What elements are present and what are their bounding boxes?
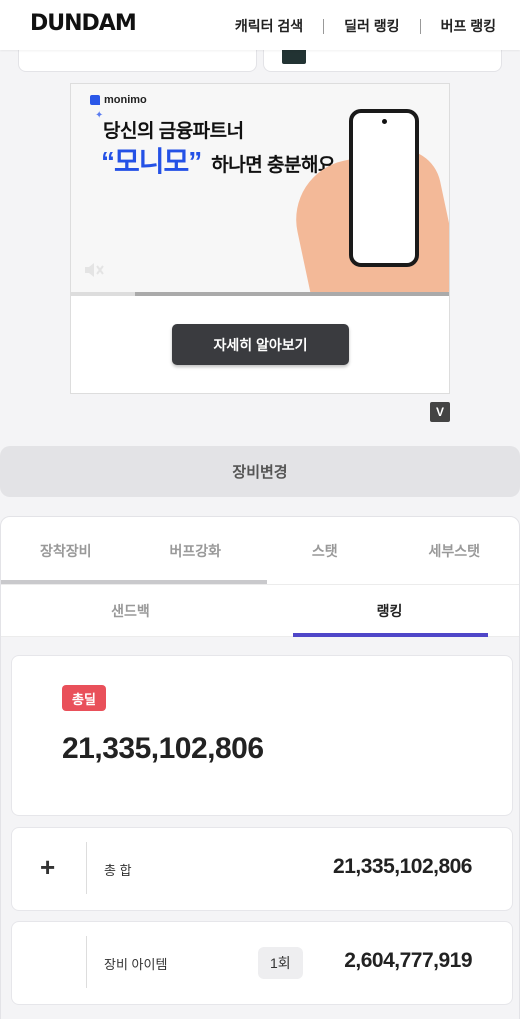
row-label: 장비 아이템: [104, 957, 168, 972]
nav-dealer-ranking[interactable]: 딜러 랭킹: [344, 16, 399, 36]
ad-highlight: “모니모”: [101, 146, 202, 177]
nav-divider: [419, 18, 421, 34]
mute-icon[interactable]: [83, 260, 105, 280]
total-damage-value: 21,335,102,806: [62, 732, 264, 765]
character-card-partial[interactable]: [263, 48, 502, 72]
nav-character-search[interactable]: 캐릭터 검색: [235, 16, 303, 36]
tab-stats[interactable]: 스탯: [260, 517, 390, 584]
row-label: 총 합: [104, 863, 132, 878]
total-damage-card: 총딜 21,335,102,806: [11, 655, 513, 816]
nav-divider: [323, 18, 325, 34]
damage-row-equipment[interactable]: 장비 아이템 1회 2,604,777,919: [11, 921, 513, 1005]
phone-camera: [382, 119, 387, 124]
row-value: 2,604,777,919: [344, 949, 472, 972]
ad-brand-name: monimo: [104, 94, 147, 106]
equipment-change-button[interactable]: 장비변경: [0, 446, 520, 497]
phone-illustration: [349, 109, 419, 267]
video-progress-fill: [71, 292, 136, 296]
total-damage-badge: 총딜: [62, 685, 106, 711]
row-divider: [86, 842, 87, 894]
row-count-badge: 1회: [258, 947, 303, 979]
damage-row-sum[interactable]: + 총 합 21,335,102,806: [11, 827, 513, 911]
main-nav: 캐릭터 검색 딜러 랭킹 버프 랭킹: [235, 16, 496, 36]
subtab-ranking[interactable]: 랭킹: [260, 585, 519, 636]
character-detail-panel: 장착장비 버프강화 스탯 세부스탯 샌드백 랭킹 총딜 21,335,102,8…: [0, 516, 520, 1019]
row-divider: [86, 936, 87, 988]
expand-plus-icon[interactable]: +: [40, 852, 55, 883]
site-logo[interactable]: DUNDAM: [30, 11, 137, 36]
ad-creative[interactable]: monimo ✦ 당신의 금융파트너 “모니모” 하나면 충분해요: [71, 84, 449, 296]
subtab-sandbag[interactable]: 샌드백: [1, 585, 260, 636]
ad-learn-more-button[interactable]: 자세히 알아보기: [172, 324, 349, 365]
top-header: DUNDAM 캐릭터 검색 딜러 랭킹 버프 랭킹: [0, 0, 520, 50]
ranking-content: 총딜 21,335,102,806 + 총 합 21,335,102,806 장…: [1, 637, 519, 1019]
ad-brand: monimo: [90, 94, 147, 106]
ad-subheadline: “모니모” 하나면 충분해요: [101, 140, 335, 180]
ad-choices-icon[interactable]: V: [430, 402, 450, 422]
character-card-partial[interactable]: [18, 48, 257, 72]
tab-indicator: [1, 580, 267, 584]
tab-equipment[interactable]: 장착장비: [1, 517, 131, 584]
tab-buff-enhance[interactable]: 버프강화: [131, 517, 261, 584]
video-progress-bar[interactable]: [71, 292, 449, 296]
character-thumbnail: [282, 48, 306, 64]
advertisement[interactable]: monimo ✦ 당신의 금융파트너 “모니모” 하나면 충분해요 자세히 알아…: [70, 83, 450, 394]
main-tabs: 장착장비 버프강화 스탯 세부스탯: [1, 517, 519, 585]
nav-buff-ranking[interactable]: 버프 랭킹: [441, 16, 496, 36]
tab-detail-stats[interactable]: 세부스탯: [390, 517, 520, 584]
monimo-logo-icon: [90, 95, 100, 105]
sub-tabs: 샌드백 랭킹: [1, 585, 519, 637]
row-value: 21,335,102,806: [333, 855, 472, 878]
ad-headline: 당신의 금융파트너: [103, 121, 244, 142]
